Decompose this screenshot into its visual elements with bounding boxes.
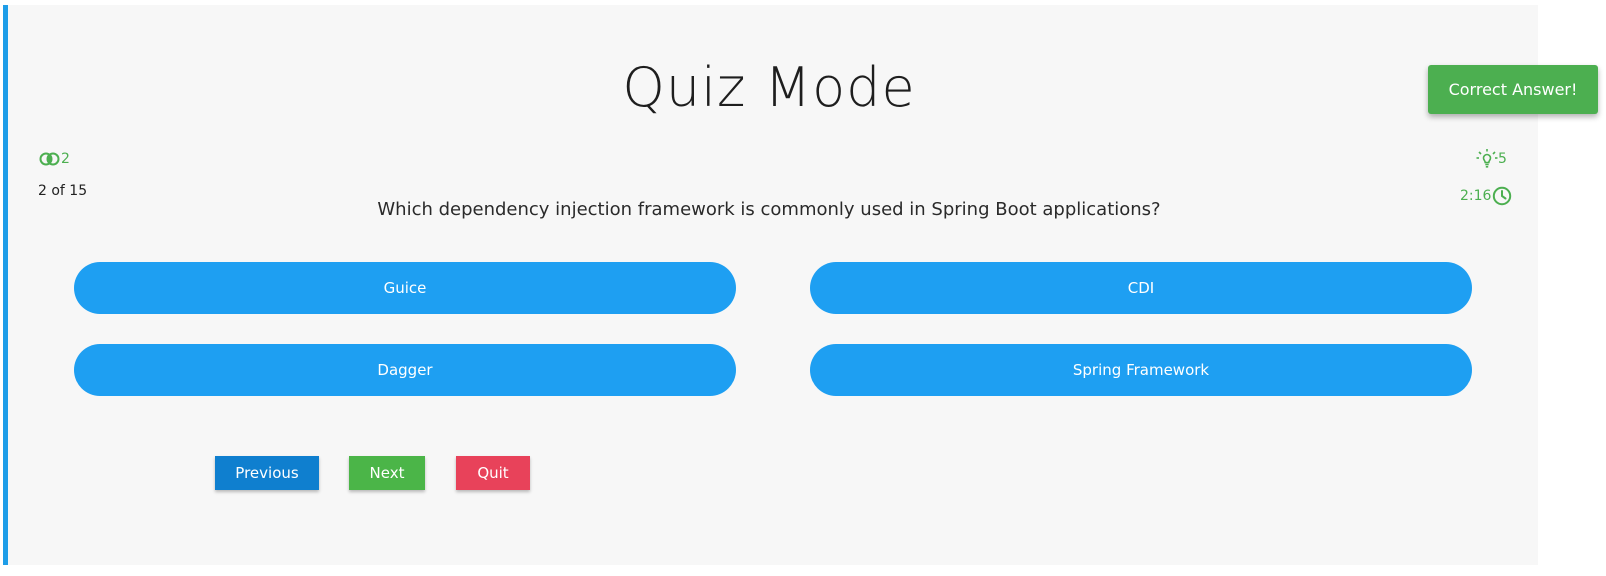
hints-indicator: 5 bbox=[1476, 149, 1507, 169]
quit-button[interactable]: Quit bbox=[456, 456, 530, 490]
option-button-4[interactable]: Spring Framework bbox=[810, 344, 1472, 396]
hints-count: 5 bbox=[1498, 151, 1507, 167]
option-button-3[interactable]: Dagger bbox=[74, 344, 736, 396]
correct-answer-toast: Correct Answer! bbox=[1428, 65, 1598, 114]
question-text: Which dependency injection framework is … bbox=[377, 199, 1161, 220]
option-button-1[interactable]: Guice bbox=[74, 262, 736, 314]
lifeline-circles-icon bbox=[39, 152, 60, 166]
next-button[interactable]: Next bbox=[349, 456, 425, 490]
lifelines-indicator: 2 bbox=[39, 151, 70, 167]
question-progress: 2 of 15 bbox=[38, 183, 88, 199]
lightbulb-icon bbox=[1476, 149, 1498, 168]
option-button-2[interactable]: CDI bbox=[810, 262, 1472, 314]
lifelines-count: 2 bbox=[61, 151, 70, 167]
page-title: Quiz Mode bbox=[622, 56, 916, 119]
previous-button[interactable]: Previous bbox=[215, 456, 319, 490]
quiz-page: Quiz Mode 2 2 of 15 5 2:16 Which depende bbox=[0, 0, 1606, 576]
